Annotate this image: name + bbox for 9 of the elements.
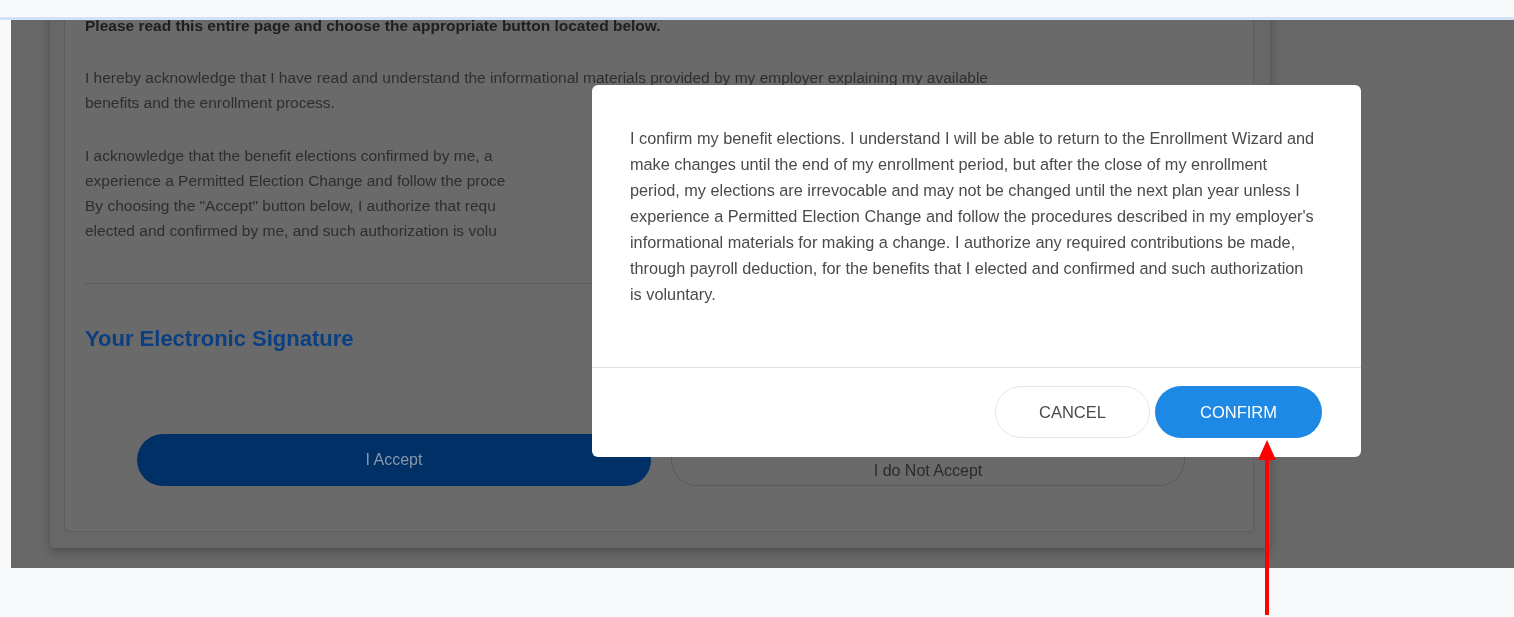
dialog-message: I confirm my benefit elections. I understand I will be able to return to the Enrollment Wizard and make changes until the end of my enrollment period, but after the close of my enrollment period, my elections are irrevocable and may not be changed until the next plan year unless I experience a Permitted Election Change and follow the procedures described in my employer's informational materials for making a change. I authorize any required contributions be made, through payroll deduction, for the benefits that I elected and confirmed and such authorization is voluntary. xyxy=(629,128,1316,305)
instruction-text: Please read this entire page and choose the appropriate button located below. xyxy=(85,20,662,36)
paragraph-line: elected and confirmed by me, and such authorization is volu xyxy=(85,221,497,241)
signature-heading: Your Electronic Signature xyxy=(85,325,354,353)
paragraph-line: experience a Permitted Election Change and follow the proce xyxy=(85,171,506,191)
paragraph-line: benefits and the enrollment process. xyxy=(85,93,335,113)
cancel-button[interactable]: CANCEL xyxy=(995,386,1150,438)
accept-button[interactable]: I Accept xyxy=(137,434,651,486)
confirm-button[interactable]: CONFIRM xyxy=(1155,386,1322,438)
